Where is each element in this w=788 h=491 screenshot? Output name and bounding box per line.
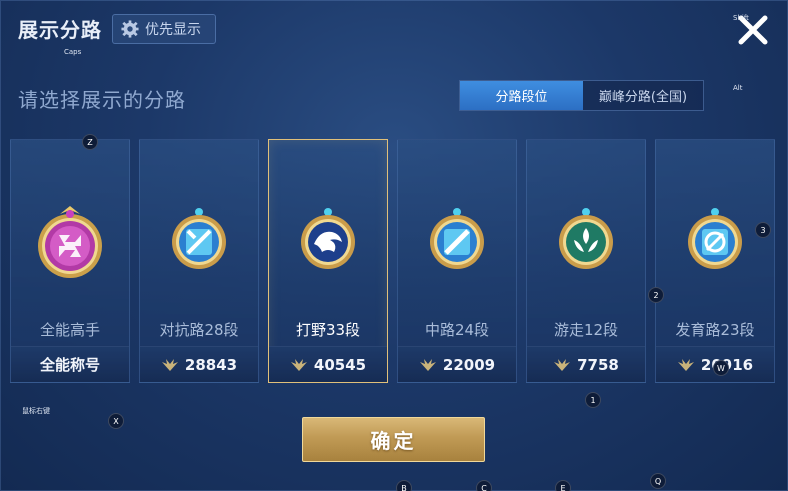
roam-emblem-icon [559,208,613,269]
role-card-farm-lane[interactable]: 发育路23段 20916 [655,139,775,383]
key-hint-mouse-right: 鼠标右键 [22,407,50,415]
score-bar: 7758 [527,346,645,382]
key-hint-1: 1 [585,392,601,408]
role-label: 中路24段 [424,321,490,339]
role-card-roam[interactable]: 游走12段 7758 [526,139,646,383]
section-subtitle: 请选择展示的分路 [18,88,186,112]
key-hint-c: C [476,480,492,491]
key-hint-q: Q [650,473,666,489]
score-value: 28843 [184,355,238,374]
all-round-emblem-icon [38,206,102,278]
key-hint-caps: Caps [64,48,82,56]
priority-display-button[interactable]: 优先显示 [112,14,216,44]
page-title: 展示分路 [18,18,102,42]
key-hint-shift: Shift [733,14,749,22]
score-bar: 全能称号 [11,346,129,382]
wing-icon [554,358,571,371]
role-label: 打野33段 [295,321,361,339]
key-hint-x: X [108,413,124,429]
tab-peak-lane-national[interactable]: 巅峰分路(全国) [583,81,703,110]
role-label: 游走12段 [553,321,619,339]
key-hint-2: 2 [648,287,664,303]
wing-icon [290,358,307,371]
role-card-all-round[interactable]: 全能高手 全能称号 [10,139,130,383]
clash-lane-emblem-icon [172,208,226,269]
wing-icon [161,358,178,371]
wing-icon [419,358,436,371]
score-bar: 28843 [140,346,258,382]
key-hint-b: B [396,480,412,491]
tab-bar: 分路段位 巅峰分路(全国) [459,80,704,111]
jungle-emblem-icon [301,208,355,269]
role-label: 发育路23段 [675,321,755,339]
wing-icon [677,358,694,371]
tab-lane-rank[interactable]: 分路段位 [460,81,583,110]
farm-lane-emblem-icon [688,208,742,269]
score-value: 7758 [577,355,619,374]
key-hint-z: Z [82,134,98,150]
mid-lane-emblem-icon [430,208,484,269]
role-title-text: 全能称号 [39,356,100,374]
score-bar: 22009 [398,346,516,382]
role-card-mid-lane[interactable]: 中路24段 22009 [397,139,517,383]
priority-display-label: 优先显示 [145,22,201,38]
gear-icon [121,20,139,38]
score-bar: 40545 [269,346,387,382]
role-card-jungle[interactable]: 打野33段 40545 [268,139,388,383]
score-value: 40545 [313,355,367,374]
role-card-clash-lane[interactable]: 对抗路28段 28843 [139,139,259,383]
key-hint-3: 3 [755,222,771,238]
role-label: 全能高手 [39,321,100,339]
key-hint-e: E [555,480,571,491]
role-label: 对抗路28段 [159,321,239,339]
score-value: 22009 [442,355,496,374]
key-hint-w: W [713,360,729,376]
confirm-button[interactable]: 确定 [302,417,485,462]
key-hint-alt: Alt [733,84,743,92]
